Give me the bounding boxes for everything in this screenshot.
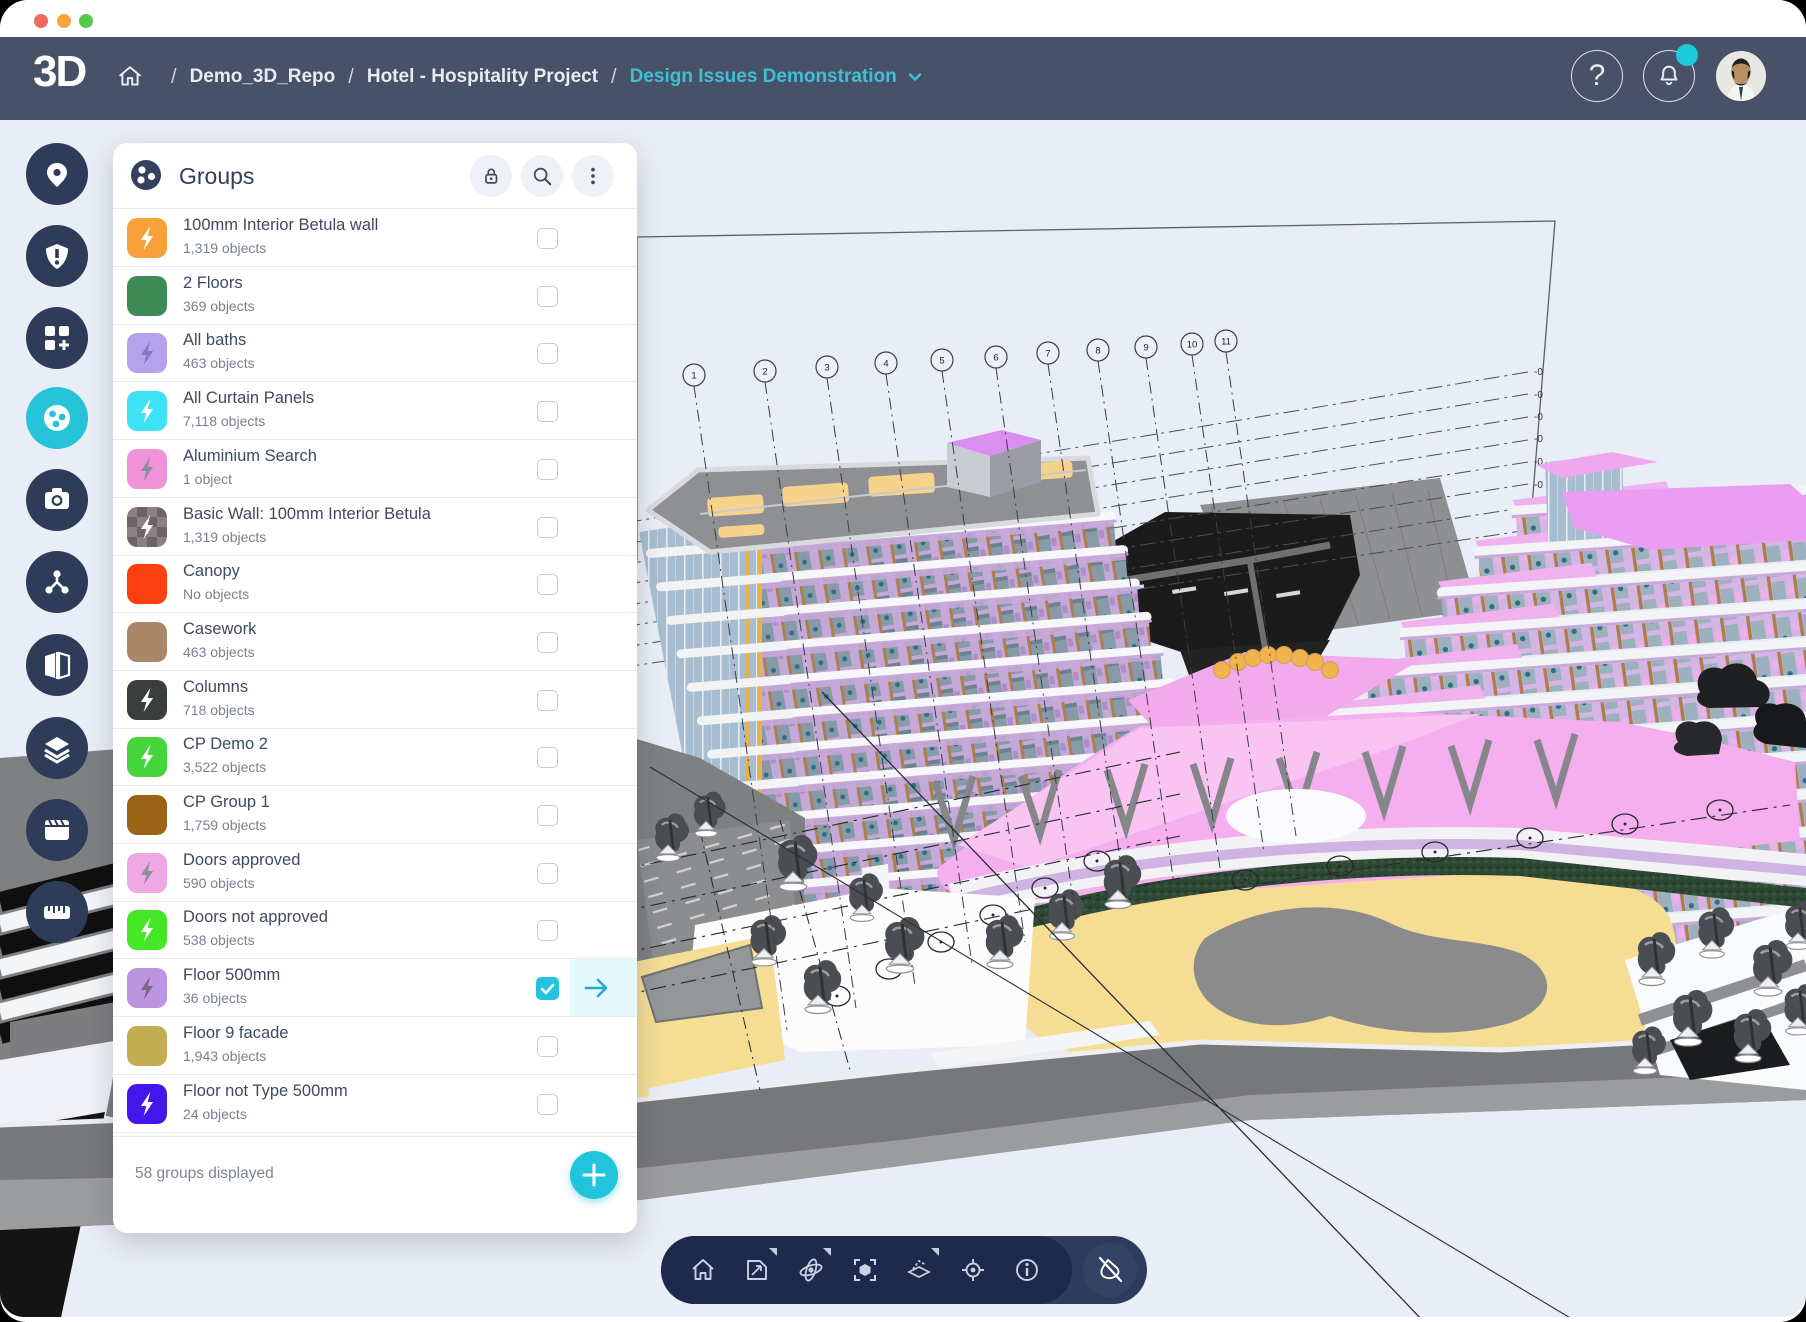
svg-text:5: 5 <box>939 356 944 367</box>
svg-text:-0: -0 <box>1534 480 1543 491</box>
svg-text:8: 8 <box>1095 346 1100 357</box>
svg-text:-0: -0 <box>1534 367 1543 378</box>
svg-text:3: 3 <box>824 363 829 374</box>
svg-text:-0: -0 <box>1534 434 1543 445</box>
svg-text:-0: -0 <box>1534 412 1543 423</box>
svg-text:-0: -0 <box>1534 390 1543 401</box>
svg-text:7: 7 <box>1045 349 1050 360</box>
svg-text:10: 10 <box>1187 340 1198 351</box>
svg-text:9: 9 <box>1143 343 1148 354</box>
svg-text:11: 11 <box>1221 337 1231 348</box>
svg-text:2: 2 <box>762 367 767 378</box>
svg-text:6: 6 <box>993 353 998 364</box>
svg-text:4: 4 <box>883 359 888 370</box>
svg-text:1: 1 <box>691 371 696 382</box>
